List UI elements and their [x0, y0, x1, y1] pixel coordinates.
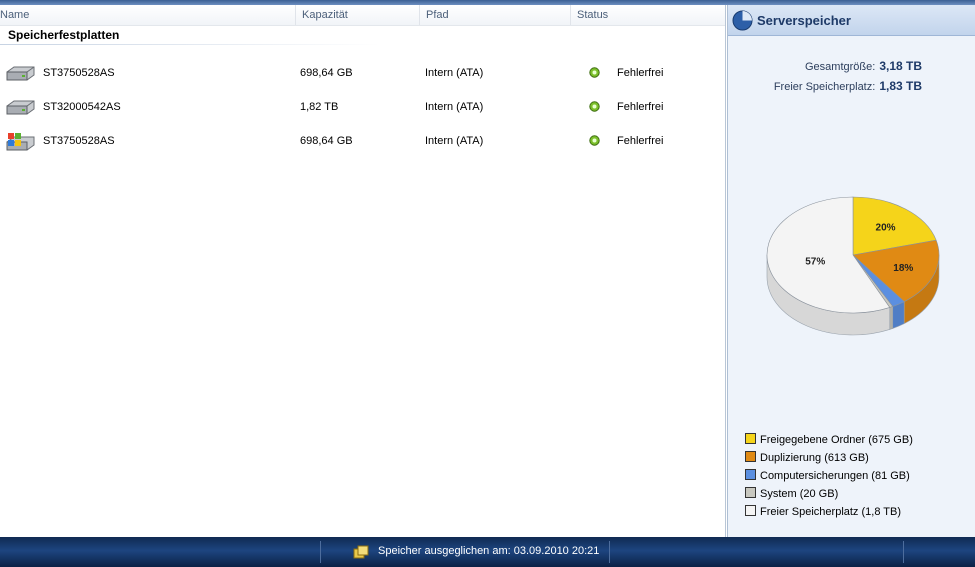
drive-path: Intern (ATA): [425, 101, 484, 113]
legend-swatch: [745, 505, 756, 516]
total-size-label: Gesamtgröße:: [805, 61, 876, 73]
legend-item: System (20 GB): [745, 487, 913, 505]
status-ok-icon: [589, 135, 600, 146]
drive-path: Intern (ATA): [425, 135, 484, 147]
free-space-value: 1,83 TB: [879, 79, 922, 93]
group-header: Speicherfestplatten: [8, 28, 120, 42]
legend-swatch: [745, 433, 756, 444]
panel-title: Serverspeicher: [757, 13, 851, 28]
drive-row[interactable]: ST32000542AS 1,82 TB Intern (ATA) Fehler…: [0, 95, 725, 119]
status-message: Speicher ausgeglichen am: 03.09.2010 20:…: [378, 545, 600, 557]
drive-status: Fehlerfrei: [617, 135, 664, 147]
free-space-label: Freier Speicherplatz:: [773, 81, 876, 93]
status-bar-divider: [903, 541, 904, 563]
pie-data-label: 18%: [893, 263, 913, 274]
legend-label: System (20 GB): [760, 488, 839, 500]
drive-status: Fehlerfrei: [617, 101, 664, 113]
server-storage-panel: Serverspeicher Gesamtgröße: 3,18 TB Freie…: [727, 5, 975, 537]
drive-name: ST3750528AS: [43, 135, 115, 147]
drive-name: ST3750528AS: [43, 67, 115, 79]
pie-data-label: 20%: [876, 223, 896, 234]
legend-swatch: [745, 451, 756, 462]
storage-pie-icon: [732, 10, 753, 31]
column-header-name[interactable]: Name: [0, 5, 295, 25]
drive-row[interactable]: ST3750528AS 698,64 GB Intern (ATA) Fehle…: [0, 129, 725, 153]
legend-swatch: [745, 469, 756, 480]
column-header-path[interactable]: Pfad: [419, 5, 570, 25]
status-bar-divider: [320, 541, 321, 563]
column-header-row: Name Kapazität Pfad Status: [0, 5, 725, 26]
legend-label: Computersicherungen (81 GB): [760, 470, 910, 482]
legend-label: Duplizierung (613 GB): [760, 452, 869, 464]
status-bar-divider: [609, 541, 610, 563]
legend-item: Freier Speicherplatz (1,8 TB): [745, 505, 913, 523]
legend-label: Freier Speicherplatz (1,8 TB): [760, 506, 902, 518]
free-space: Freier Speicherplatz: 1,83 TB: [774, 79, 922, 93]
column-header-status[interactable]: Status: [570, 5, 725, 25]
total-size: Gesamtgröße: 3,18 TB: [805, 59, 922, 73]
pie-slice-side: [889, 306, 894, 330]
legend-item: Computersicherungen (81 GB): [745, 469, 913, 487]
status-ok-icon: [589, 101, 600, 112]
drive-capacity: 698,64 GB: [300, 67, 353, 79]
drive-row[interactable]: ST3750528AS 698,64 GB Intern (ATA) Fehle…: [0, 61, 725, 85]
storage-pie-chart: 20% 18% 57%: [766, 196, 940, 336]
legend-item: Freigegebene Ordner (675 GB): [745, 433, 913, 451]
drive-path: Intern (ATA): [425, 67, 484, 79]
status-bar: Speicher ausgeglichen am: 03.09.2010 20:…: [0, 537, 975, 567]
legend-label: Freigegebene Ordner (675 GB): [760, 434, 913, 446]
hard-drive-icon: [6, 66, 35, 81]
legend-swatch: [745, 487, 756, 498]
drive-list-panel: Name Kapazität Pfad Status Speicherfestp…: [0, 5, 726, 537]
status-ok-icon: [589, 67, 600, 78]
drive-status: Fehlerfrei: [617, 67, 664, 79]
chart-legend: Freigegebene Ordner (675 GB) Duplizierung…: [745, 433, 913, 523]
system-drive-icon: [6, 133, 35, 151]
column-header-capacity[interactable]: Kapazität: [295, 5, 419, 25]
drive-capacity: 698,64 GB: [300, 135, 353, 147]
panel-header: Serverspeicher: [728, 5, 975, 36]
total-size-value: 3,18 TB: [879, 59, 922, 73]
drive-name: ST32000542AS: [43, 101, 121, 113]
balance-storage-icon: [353, 545, 369, 559]
legend-item: Duplizierung (613 GB): [745, 451, 913, 469]
pie-data-label: 57%: [805, 257, 825, 268]
group-divider: [0, 44, 380, 45]
hard-drive-icon: [6, 100, 35, 115]
drive-capacity: 1,82 TB: [300, 101, 339, 113]
